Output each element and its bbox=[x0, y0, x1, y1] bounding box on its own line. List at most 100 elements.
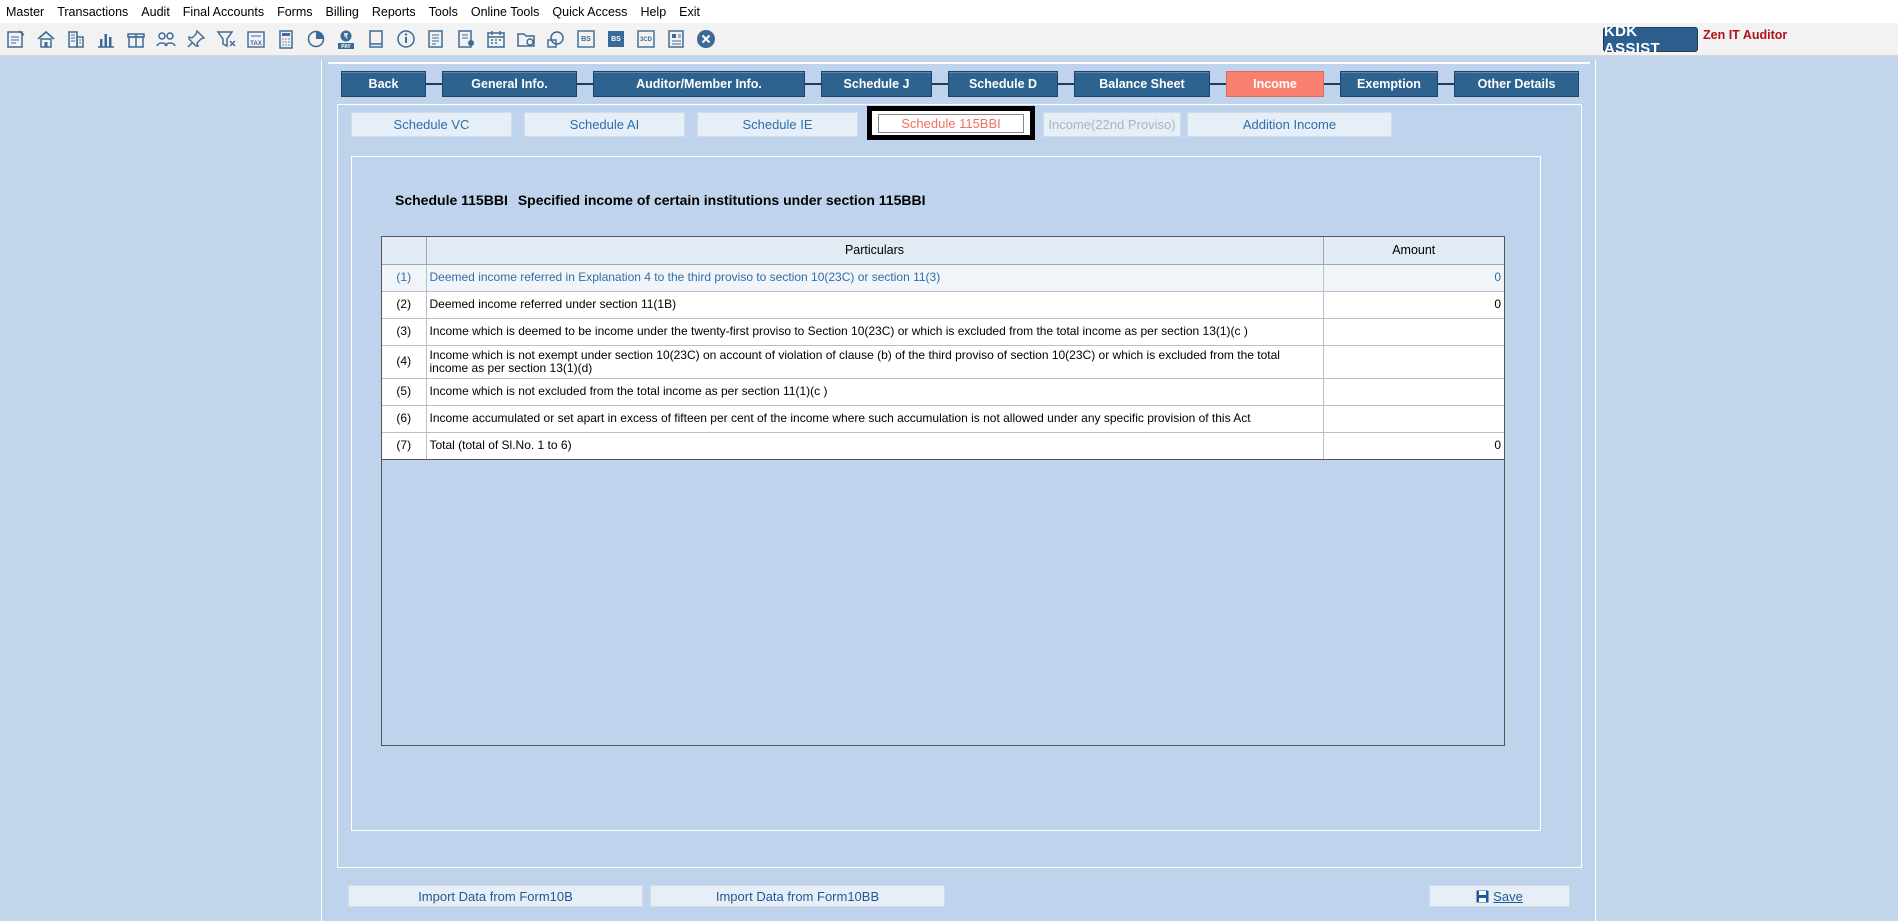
table-row[interactable]: (6) Income accumulated or set apart in e… bbox=[382, 405, 1504, 433]
subtab-schedule-vc[interactable]: Schedule VC bbox=[351, 112, 512, 137]
tax-icon[interactable]: TAX bbox=[243, 26, 269, 52]
row-particular: Income which is not exempt under section… bbox=[426, 345, 1324, 379]
subtab-schedule-ie[interactable]: Schedule IE bbox=[697, 112, 858, 137]
product-name: Zen IT Auditor bbox=[1703, 28, 1788, 42]
tab-exemption[interactable]: Exemption bbox=[1340, 71, 1438, 97]
tab-connector bbox=[932, 83, 948, 85]
row-particular: Total (total of Sl.No. 1 to 6) bbox=[426, 432, 1324, 460]
column-header-particulars: Particulars bbox=[426, 237, 1324, 265]
kdk-assist-button[interactable]: KDK ASSIST bbox=[1603, 23, 1698, 57]
menu-online-tools[interactable]: Online Tools bbox=[471, 5, 540, 19]
book-icon[interactable] bbox=[363, 26, 389, 52]
row-sl: (4) bbox=[382, 345, 427, 379]
tab-other-details[interactable]: Other Details bbox=[1454, 71, 1579, 97]
table-row[interactable]: (3) Income which is deemed to be income … bbox=[382, 318, 1504, 346]
row-amount-input[interactable]: 0 bbox=[1323, 291, 1504, 319]
subtab-addition-income[interactable]: Addition Income bbox=[1187, 112, 1392, 137]
menu-audit[interactable]: Audit bbox=[141, 5, 170, 19]
home-icon[interactable] bbox=[33, 26, 59, 52]
section-title: Specified income of certain institutions… bbox=[517, 192, 926, 208]
import-form10bb-button[interactable]: Import Data from Form10BB bbox=[650, 885, 945, 907]
menu-reports[interactable]: Reports bbox=[372, 5, 416, 19]
row-sl: (6) bbox=[382, 405, 427, 433]
tab-back[interactable]: Back bbox=[341, 71, 426, 97]
tab-auditor-member-info[interactable]: Auditor/Member Info. bbox=[593, 71, 805, 97]
user-document-icon[interactable] bbox=[453, 26, 479, 52]
calculator-icon[interactable] bbox=[273, 26, 299, 52]
svg-text:TAX: TAX bbox=[250, 41, 262, 47]
section-code: Schedule 115BBI bbox=[395, 192, 508, 208]
menu-bar: Master Transactions Audit Final Accounts… bbox=[0, 0, 1898, 23]
svg-text:BS: BS bbox=[581, 36, 591, 43]
svg-text:PAY: PAY bbox=[341, 44, 351, 50]
subtab-income-22nd-proviso[interactable]: Income(22nd Proviso) bbox=[1043, 112, 1181, 137]
tab-balance-sheet[interactable]: Balance Sheet bbox=[1074, 71, 1210, 97]
close-icon[interactable] bbox=[693, 26, 719, 52]
table-row[interactable]: (1) Deemed income referred in Explanatio… bbox=[382, 264, 1504, 292]
pie-icon[interactable] bbox=[303, 26, 329, 52]
row-particular: Deemed income referred under section 11(… bbox=[426, 291, 1324, 319]
pin-icon[interactable] bbox=[183, 26, 209, 52]
row-sl: (3) bbox=[382, 318, 427, 346]
save-label: Save bbox=[1493, 888, 1523, 904]
section-heading: Schedule 115BBI Specified income of certa… bbox=[395, 192, 925, 208]
tab-income[interactable]: Income bbox=[1226, 71, 1324, 97]
buildings-icon[interactable] bbox=[63, 26, 89, 52]
tab-schedule-d[interactable]: Schedule D bbox=[948, 71, 1058, 97]
menu-exit[interactable]: Exit bbox=[679, 5, 700, 19]
table-row[interactable]: (5) Income which is not excluded from th… bbox=[382, 378, 1504, 406]
menu-master[interactable]: Master bbox=[6, 5, 44, 19]
svg-text:₹: ₹ bbox=[344, 33, 349, 41]
row-amount-input[interactable]: 0 bbox=[1323, 264, 1504, 292]
table-row[interactable]: (7) Total (total of Sl.No. 1 to 6) 0 bbox=[382, 432, 1504, 460]
bar-chart-icon[interactable] bbox=[93, 26, 119, 52]
save-icon bbox=[1476, 890, 1489, 903]
row-amount-input[interactable] bbox=[1323, 405, 1504, 433]
row-sl: (1) bbox=[382, 264, 427, 292]
users-icon[interactable] bbox=[153, 26, 179, 52]
menu-billing[interactable]: Billing bbox=[326, 5, 359, 19]
subtab-schedule-ai[interactable]: Schedule AI bbox=[524, 112, 685, 137]
svg-text:BS: BS bbox=[611, 36, 621, 43]
save-button[interactable]: Save bbox=[1429, 885, 1570, 907]
menu-quick-access[interactable]: Quick Access bbox=[552, 5, 627, 19]
menu-final-accounts[interactable]: Final Accounts bbox=[183, 5, 264, 19]
report-icon[interactable] bbox=[663, 26, 689, 52]
menu-transactions[interactable]: Transactions bbox=[57, 5, 128, 19]
folder-icon[interactable] bbox=[513, 26, 539, 52]
menu-tools[interactable]: Tools bbox=[429, 5, 458, 19]
divider bbox=[328, 62, 1590, 64]
svg-text:3CD: 3CD bbox=[640, 37, 653, 43]
chat-icon[interactable] bbox=[543, 26, 569, 52]
tab-general-info[interactable]: General Info. bbox=[442, 71, 577, 97]
3cd-icon[interactable]: 3CD bbox=[633, 26, 659, 52]
menu-forms[interactable]: Forms bbox=[277, 5, 312, 19]
subtab-schedule-115bbi[interactable]: Schedule 115BBI bbox=[867, 106, 1035, 140]
open-icon[interactable] bbox=[3, 26, 29, 52]
table-row[interactable]: (4) Income which is not exempt under sec… bbox=[382, 345, 1504, 379]
table-row[interactable]: (2) Deemed income referred under section… bbox=[382, 291, 1504, 319]
pay-icon[interactable]: ₹ PAY bbox=[333, 26, 359, 52]
row-amount-input[interactable] bbox=[1323, 318, 1504, 346]
gift-icon[interactable] bbox=[123, 26, 149, 52]
document-icon[interactable] bbox=[423, 26, 449, 52]
bs-icon[interactable]: BS bbox=[573, 26, 599, 52]
bs-dark-icon[interactable]: BS bbox=[603, 26, 629, 52]
tab-connector bbox=[805, 83, 821, 85]
subtab-schedule-115bbi-label: Schedule 115BBI bbox=[878, 113, 1024, 133]
filter-icon[interactable] bbox=[213, 26, 239, 52]
column-header-amount: Amount bbox=[1323, 237, 1504, 265]
tab-connector bbox=[1210, 83, 1226, 85]
row-amount-input[interactable] bbox=[1323, 378, 1504, 406]
import-form10b-button[interactable]: Import Data from Form10B bbox=[348, 885, 643, 907]
row-amount-input[interactable] bbox=[1323, 345, 1504, 379]
tab-connector bbox=[1438, 83, 1454, 85]
info-icon[interactable] bbox=[393, 26, 419, 52]
tab-schedule-j[interactable]: Schedule J bbox=[821, 71, 932, 97]
row-particular: Income accumulated or set apart in exces… bbox=[426, 405, 1324, 433]
tab-connector bbox=[1324, 83, 1340, 85]
menu-help[interactable]: Help bbox=[640, 5, 666, 19]
calendar-icon[interactable] bbox=[483, 26, 509, 52]
tab-connector bbox=[426, 83, 442, 85]
schedule-table: Particulars Amount (1) Deemed income ref… bbox=[382, 237, 1504, 460]
